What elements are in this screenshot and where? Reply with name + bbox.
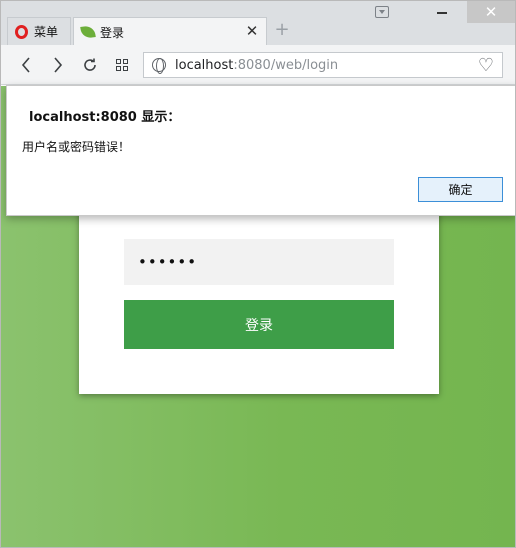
tab-strip: 菜单 登录 ✕ + ✕ <box>1 1 515 46</box>
minimize-icon <box>437 12 447 14</box>
heart-icon[interactable]: ♡ <box>478 55 494 76</box>
url-host: localhost <box>175 57 234 73</box>
close-tab-icon[interactable]: ✕ <box>244 23 260 39</box>
dialog-title: localhost:8080 显示： <box>29 110 181 125</box>
globe-icon <box>152 58 166 74</box>
close-window-icon: ✕ <box>484 3 498 21</box>
grid-icon <box>116 59 128 71</box>
tab-menu-button[interactable] <box>365 1 399 23</box>
reload-button[interactable] <box>79 54 101 76</box>
password-field[interactable] <box>124 239 394 285</box>
tab-title: 登录 <box>100 25 125 40</box>
menu-label: 菜单 <box>34 25 59 39</box>
minimize-button[interactable] <box>425 1 459 23</box>
browser-window: 菜单 登录 ✕ + ✕ localhost:8080/web/login ♡ … <box>0 0 516 548</box>
browser-toolbar: localhost:8080/web/login ♡ <box>1 45 515 85</box>
opera-menu-button[interactable]: 菜单 <box>7 17 71 45</box>
reload-icon <box>84 58 96 71</box>
tab-menu-icon <box>375 6 389 18</box>
tab-login[interactable]: 登录 ✕ <box>73 17 267 46</box>
new-tab-icon[interactable]: + <box>273 21 291 39</box>
url-path: :8080/web/login <box>233 57 339 73</box>
opera-logo-icon <box>15 24 28 39</box>
chevron-right-icon <box>54 57 63 73</box>
back-button[interactable] <box>15 54 37 76</box>
ok-button[interactable]: 确定 <box>418 177 503 202</box>
address-bar[interactable]: localhost:8080/web/login ♡ <box>143 52 503 78</box>
forward-button[interactable] <box>47 54 69 76</box>
speed-dial-button[interactable] <box>111 54 133 76</box>
leaf-favicon-icon <box>80 25 96 39</box>
chevron-left-icon <box>21 57 30 73</box>
alert-dialog: localhost:8080 显示： 用户名或密码错误！ 确定 <box>6 85 515 216</box>
login-button[interactable]: 登录 <box>124 300 394 349</box>
close-window-button[interactable]: ✕ <box>467 1 515 23</box>
dialog-message: 用户名或密码错误！ <box>22 140 131 154</box>
